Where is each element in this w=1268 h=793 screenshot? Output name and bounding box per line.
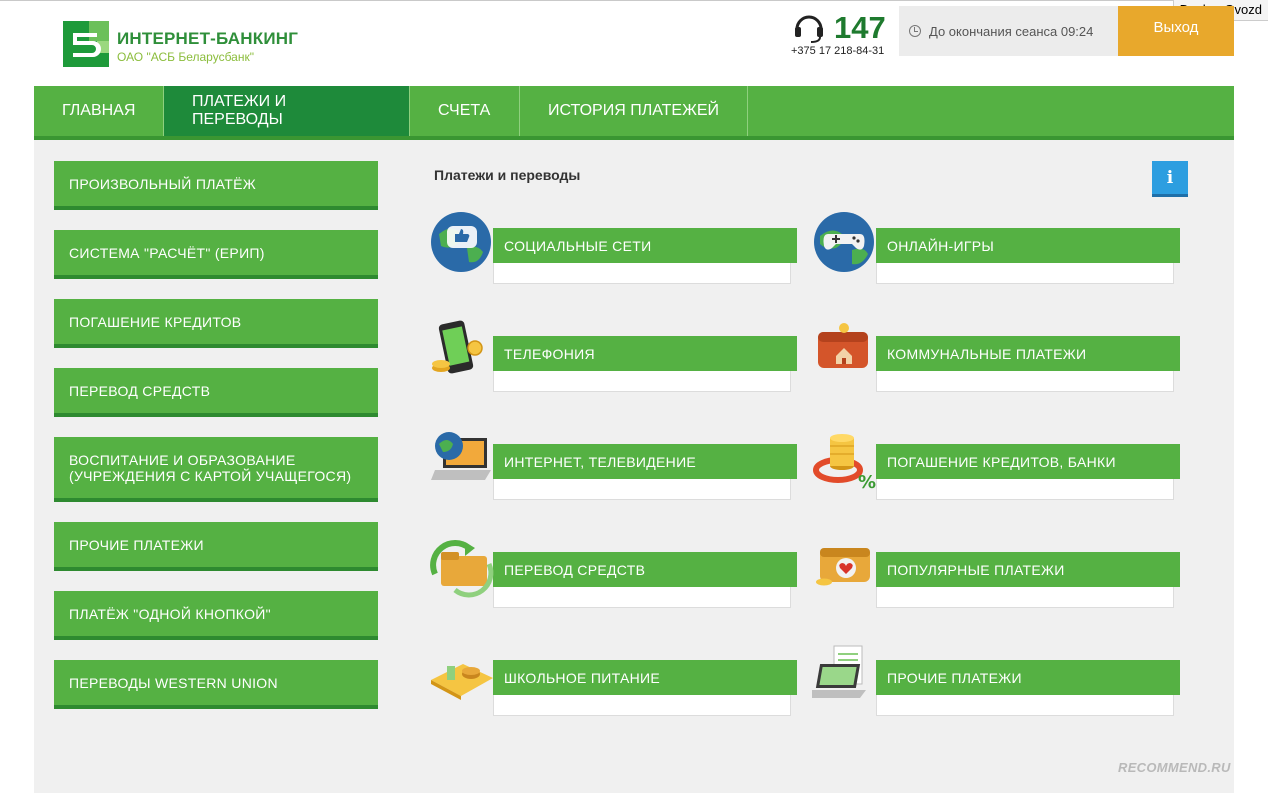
sidebar-item-label: ПЕРЕВОДЫ WESTERN UNION (69, 674, 278, 691)
tile-telephony[interactable]: ТЕЛЕФОНИЯ (432, 320, 803, 396)
tile-label: ПОГАШЕНИЕ КРЕДИТОВ, БАНКИ (876, 444, 1180, 479)
tile-label: ШКОЛЬНОЕ ПИТАНИЕ (493, 660, 797, 695)
sidebar-item-one-click-payment[interactable]: ПЛАТЁЖ "ОДНОЙ КНОПКОЙ" (54, 591, 378, 640)
top-border (0, 0, 1268, 4)
tile-description (493, 695, 791, 716)
nav-item-payments[interactable]: ПЛАТЕЖИ И ПЕРЕВОДЫ (164, 86, 410, 148)
tile-online-games[interactable]: ОНЛАЙН-ИГРЫ (814, 212, 1186, 288)
tile-description (876, 479, 1174, 500)
tile-popular-payments[interactable]: ПОПУЛЯРНЫЕ ПЛАТЕЖИ (816, 548, 1186, 612)
sidebar-item-label: ПРОИЗВОЛЬНЫЙ ПЛАТЁЖ (69, 175, 256, 192)
smartphone-icon (432, 320, 483, 374)
tile-description (493, 371, 791, 392)
laptop-other-icon (812, 645, 866, 698)
tile-internet-tv[interactable]: ИНТЕРНЕТ, ТЕЛЕВИДЕНИЕ (431, 432, 803, 504)
tile-money-transfer[interactable]: ПЕРЕВОД СРЕДСТВ (430, 540, 803, 612)
sidebar-item-label: ПРОЧИЕ ПЛАТЕЖИ (69, 536, 204, 553)
social-networks-globe-icon (431, 212, 491, 272)
sidebar-item-label-line2: (УЧРЕЖДЕНИЯ С КАРТОЙ УЧАЩЕГОСЯ) (69, 467, 352, 484)
main-nav: ГЛАВНАЯ ПЛАТЕЖИ И ПЕРЕВОДЫ СЧЕТА ИСТОРИЯ… (34, 86, 1234, 148)
page-title: Платежи и переводы (434, 167, 581, 183)
sidebar-item-label: ВОСПИТАНИЕ И ОБРАЗОВАНИЕ (69, 451, 296, 468)
tile-description (876, 263, 1174, 284)
tile-label: ПЕРЕВОД СРЕДСТВ (493, 552, 797, 587)
tile-label: ПОПУЛЯРНЫЕ ПЛАТЕЖИ (876, 552, 1180, 587)
sidebar-item-education[interactable]: ВОСПИТАНИЕ И ОБРАЗОВАНИЕ (УЧРЕЖДЕНИЯ С К… (54, 437, 378, 502)
session-timer-text: До окончания сеанса 09:24 (929, 23, 1094, 39)
wallet-house-icon (818, 323, 868, 368)
coins-percent-icon: % (813, 434, 876, 492)
short-phone-number: 147 (834, 10, 886, 45)
brand-subtitle: ОАО "АСБ Беларусбанк" (117, 50, 254, 64)
tile-label: ОНЛАЙН-ИГРЫ (876, 228, 1180, 263)
clock-icon (909, 25, 921, 37)
tile-description (876, 371, 1174, 392)
tile-description (876, 695, 1174, 716)
tile-school-meals[interactable]: ШКОЛЬНОЕ ПИТАНИЕ (431, 660, 803, 720)
tile-loans-banks[interactable]: ПОГАШЕНИЕ КРЕДИТОВ, БАНКИ % (813, 434, 1186, 504)
headset-icon (795, 15, 823, 43)
tile-other-payments[interactable]: ПРОЧИЕ ПЛАТЕЖИ (812, 645, 1186, 720)
sidebar-item-western-union[interactable]: ПЕРЕВОДЫ WESTERN UNION (54, 660, 378, 709)
sidebar-item-other-payments[interactable]: ПРОЧИЕ ПЛАТЕЖИ (54, 522, 378, 571)
tile-description (493, 263, 791, 284)
sidebar-item-label: ПЕРЕВОД СРЕДСТВ (69, 382, 211, 399)
nav-item-history[interactable]: ИСТОРИЯ ПЛАТЕЖЕЙ (520, 86, 748, 136)
sidebar-item-label: ПЛАТЁЖ "ОДНОЙ КНОПКОЙ" (69, 605, 271, 622)
tile-description (876, 587, 1174, 608)
tile-label: ТЕЛЕФОНИЯ (493, 336, 797, 371)
tile-label: ПРОЧИЕ ПЛАТЕЖИ (876, 660, 1180, 695)
sidebar-item-money-transfer[interactable]: ПЕРЕВОД СРЕДСТВ (54, 368, 378, 417)
sidebar-item-erip[interactable]: СИСТЕМА "РАСЧЁТ" (ЕРИП) (54, 230, 378, 279)
nav-item-accounts[interactable]: СЧЕТА (410, 86, 520, 136)
laptop-globe-icon (431, 432, 491, 480)
svg-text:%: % (858, 472, 876, 492)
folder-transfer-icon (430, 540, 494, 598)
sidebar-item-loan-repayment[interactable]: ПОГАШЕНИЕ КРЕДИТОВ (54, 299, 378, 348)
sidebar-item-label: СИСТЕМА "РАСЧЁТ" (ЕРИП) (69, 244, 265, 261)
logout-button[interactable]: Выход (1118, 6, 1234, 56)
sidebar-item-arbitrary-payment[interactable]: ПРОИЗВОЛЬНЫЙ ПЛАТЁЖ (54, 161, 378, 210)
tile-description (493, 587, 791, 608)
tile-label: ИНТЕРНЕТ, ТЕЛЕВИДЕНИЕ (493, 444, 797, 479)
wallet-heart-icon (816, 548, 870, 586)
tile-social-networks[interactable]: СОЦИАЛЬНЫЕ СЕТИ (431, 212, 803, 288)
tile-utilities[interactable]: КОММУНАЛЬНЫЕ ПЛАТЕЖИ (816, 323, 1186, 396)
tile-description (493, 479, 791, 500)
nav-item-home[interactable]: ГЛАВНАЯ (34, 86, 164, 136)
watermark: RECOMMEND.RU (1118, 760, 1231, 775)
online-games-globe-icon (814, 212, 874, 272)
school-lunch-tray-icon (431, 664, 493, 700)
info-button[interactable]: i (1152, 161, 1188, 197)
phone-number: +375 17 218-84-31 (791, 45, 885, 57)
bank-logo-mark-icon (63, 21, 109, 67)
brand-title: ИНТЕРНЕТ-БАНКИНГ (117, 29, 299, 48)
tile-label: КОММУНАЛЬНЫЕ ПЛАТЕЖИ (876, 336, 1180, 371)
session-timer: До окончания сеанса 09:24 (899, 6, 1118, 56)
sidebar-item-label: ПОГАШЕНИЕ КРЕДИТОВ (69, 313, 242, 330)
tile-label: СОЦИАЛЬНЫЕ СЕТИ (493, 228, 797, 263)
bank-logo[interactable] (63, 21, 109, 67)
